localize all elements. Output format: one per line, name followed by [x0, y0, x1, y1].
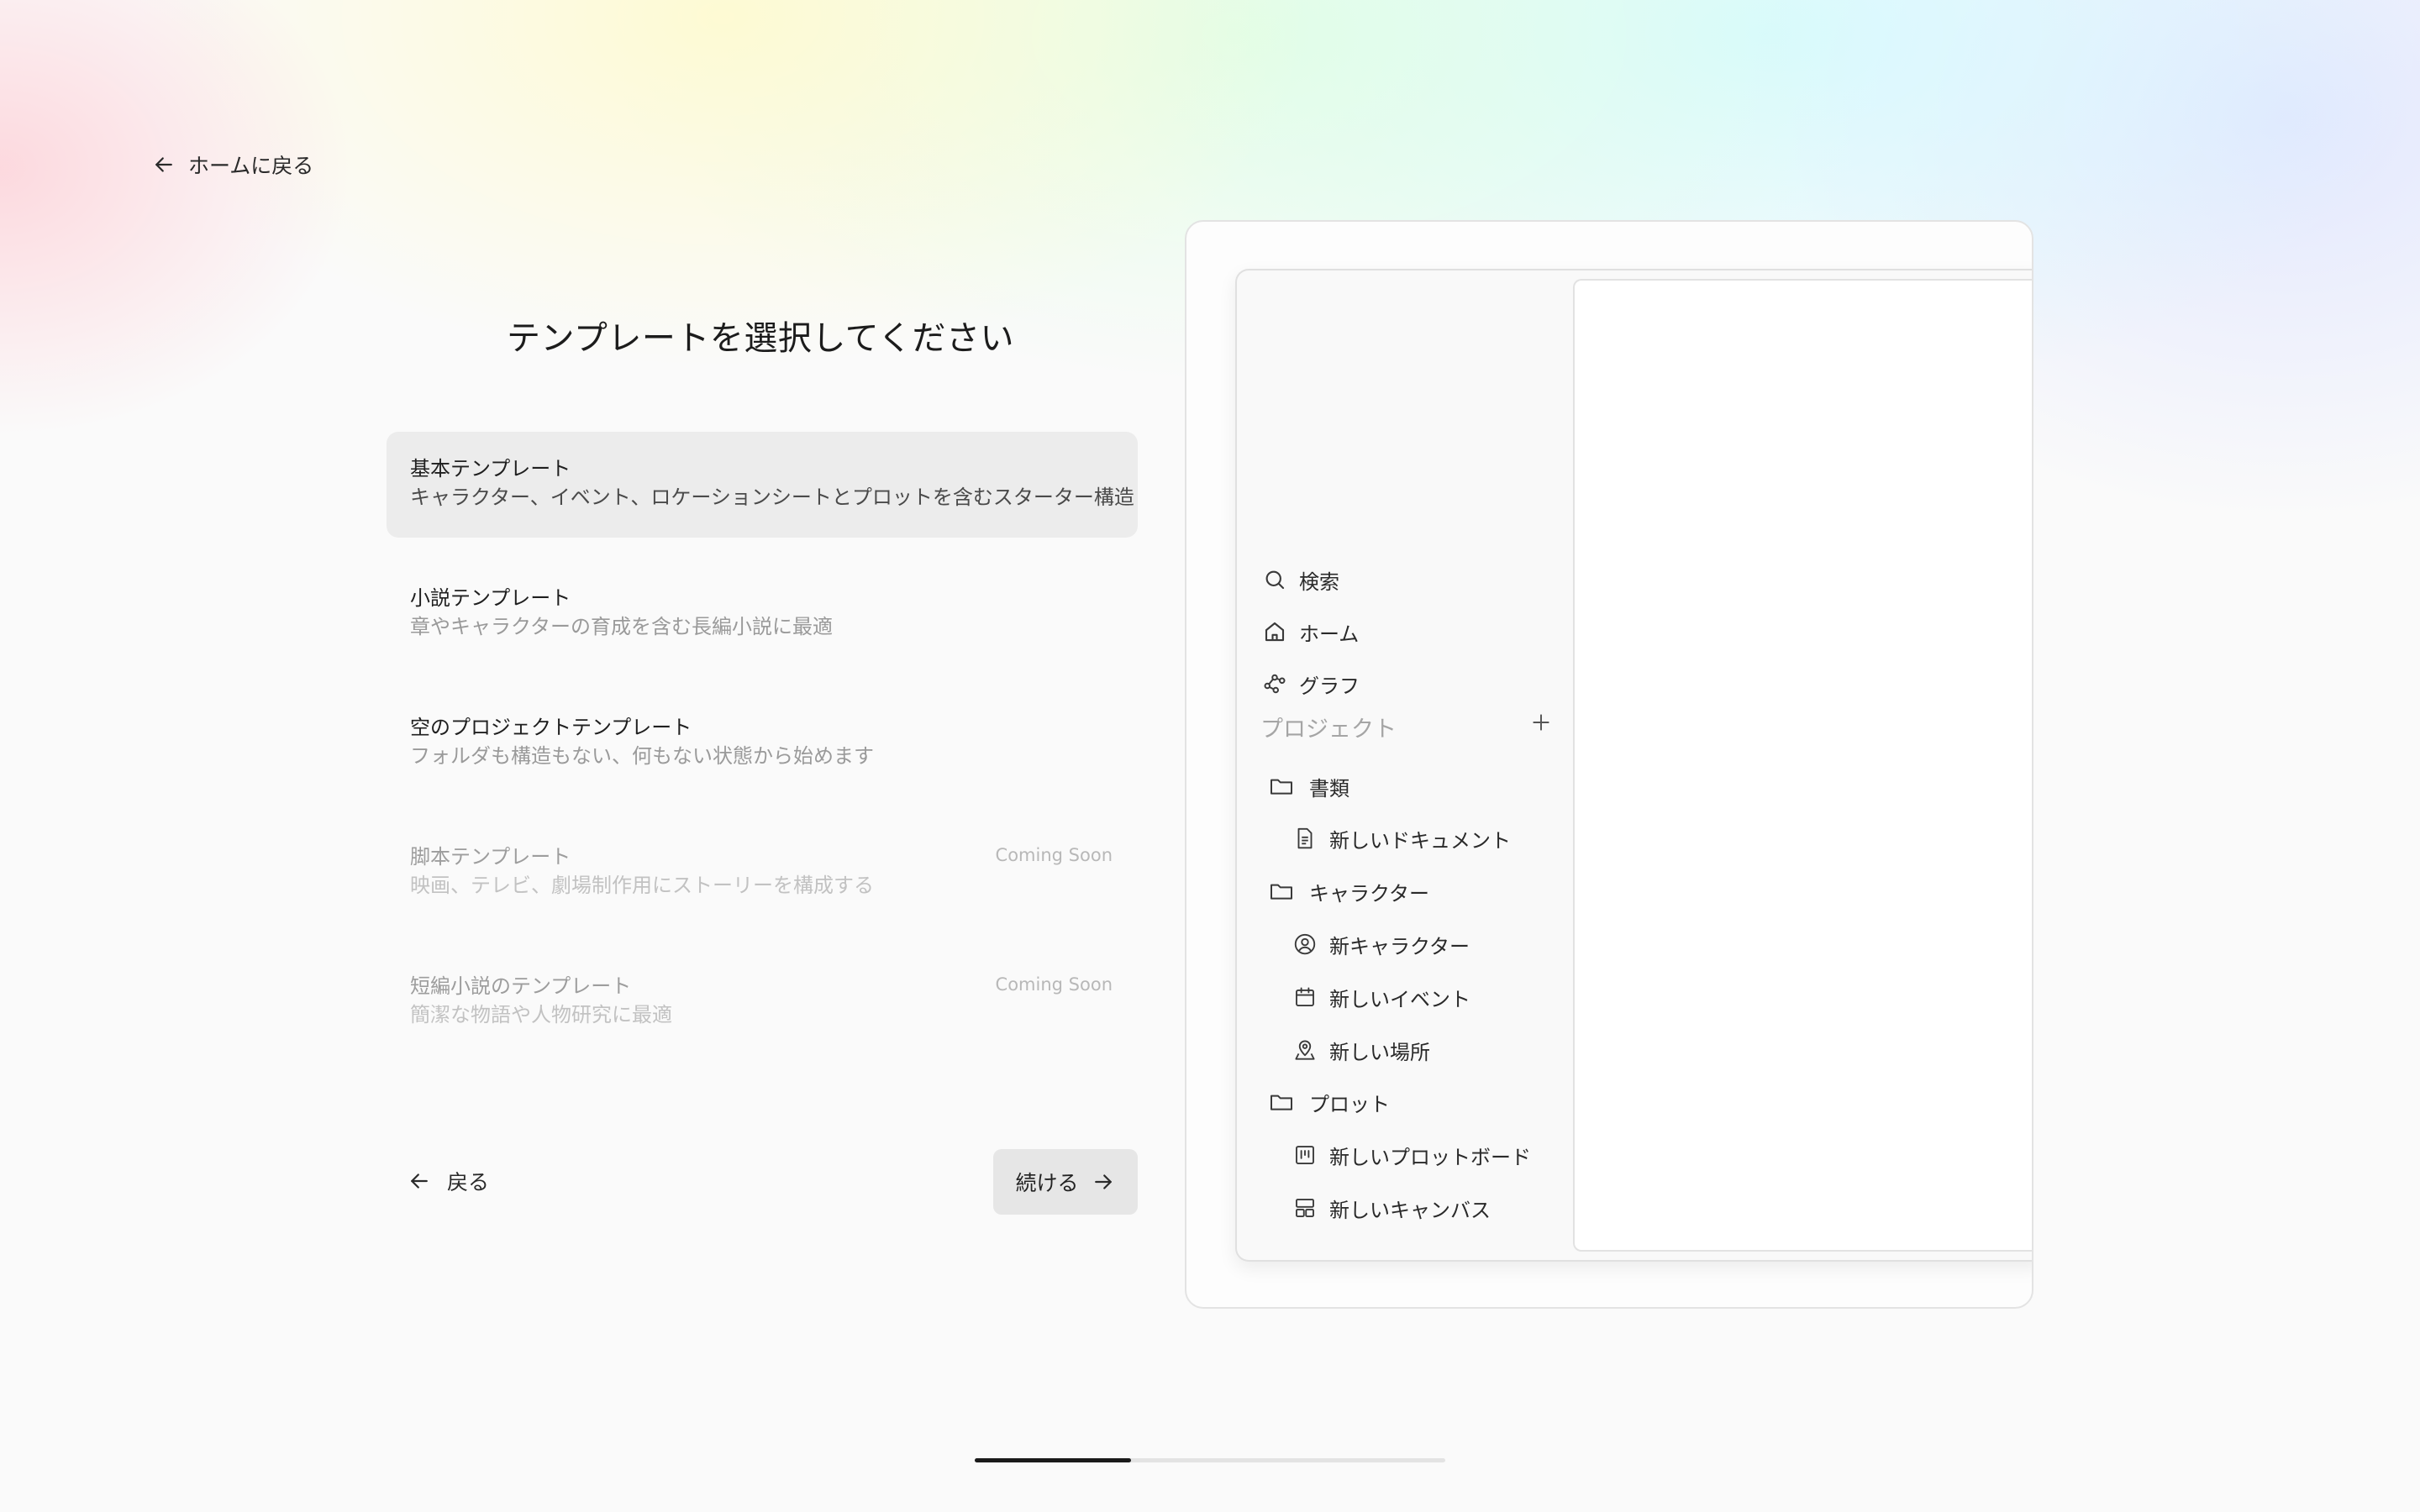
preview-item-new-location: 新しい場所 [1291, 1033, 1430, 1067]
back-button-label: 戻る [447, 1170, 490, 1194]
continue-button[interactable]: 続ける [993, 1149, 1138, 1215]
preview-nav-label: 検索 [1299, 570, 1339, 594]
location-icon [1291, 1036, 1319, 1064]
template-option-short-story: 短編小説のテンプレート 簡潔な物語や人物研究に最適 Coming Soon [387, 949, 1138, 1055]
search-icon [1260, 565, 1289, 594]
step-progress-fill [975, 1458, 1132, 1462]
coming-soon-badge: Coming Soon [995, 974, 1113, 995]
folder-icon [1267, 1088, 1296, 1116]
graph-icon [1260, 669, 1289, 698]
template-option-novel[interactable]: 小説テンプレート 章やキャラクターの育成を含む長編小説に最適 [387, 561, 1138, 667]
canvas-icon [1291, 1194, 1319, 1222]
template-description: フォルダも構造もない、何もない状態から始めます [410, 744, 874, 768]
preview-folder-documents: 書類 [1267, 769, 1349, 803]
calendar-icon [1291, 983, 1319, 1011]
template-description: 章やキャラクターの育成を含む長編小説に最適 [410, 615, 834, 638]
preview-section-label: プロジェクト [1260, 717, 1397, 743]
preview-folder-label: キャラクター [1309, 881, 1430, 906]
preview-folder-label: プロット [1309, 1092, 1390, 1116]
coming-soon-badge: Coming Soon [995, 845, 1113, 865]
back-to-home-link[interactable]: ホームに戻る [151, 148, 313, 181]
preview-nav-label: ホーム [1299, 622, 1360, 646]
preview-folder-characters: キャラクター [1267, 874, 1429, 908]
preview-app-window: 検索 ホーム グラフ プロジェクト 書類 新しいドキュメント キャラクター 新キ… [1235, 269, 2032, 1262]
step-progress-bar [975, 1458, 1445, 1462]
template-description: 映画、テレビ、劇場制作用にストーリーを構成する [410, 874, 874, 897]
preview-item-label: 新キャラクター [1329, 934, 1470, 958]
plotboard-icon [1291, 1141, 1319, 1169]
preview-folder-label: 書類 [1309, 776, 1349, 801]
preview-item-label: 新しいプロットボード [1329, 1145, 1531, 1169]
preview-folder-plot: プロット [1267, 1085, 1390, 1119]
template-option-screenplay: 脚本テンプレート 映画、テレビ、劇場制作用にストーリーを構成する Coming … [387, 820, 1138, 926]
arrow-left-icon [407, 1168, 432, 1194]
document-icon [1291, 824, 1319, 853]
folder-icon [1267, 877, 1296, 906]
template-name: 空のプロジェクトテンプレート [410, 716, 692, 739]
template-name: 小説テンプレート [410, 586, 571, 610]
preview-item-label: 新しいイベント [1329, 987, 1470, 1011]
preview-content-area [1573, 279, 2032, 1252]
arrow-left-icon [151, 152, 176, 177]
preview-item-new-character: 新キャラクター [1291, 927, 1470, 961]
plus-icon [1526, 707, 1556, 738]
back-button[interactable]: 戻る [407, 1164, 489, 1198]
folder-icon [1267, 772, 1296, 801]
arrow-right-icon [1091, 1169, 1116, 1194]
preview-item-new-canvas: 新しいキャンバス [1291, 1191, 1491, 1225]
template-option-empty-project[interactable]: 空のプロジェクトテンプレート フォルダも構造もない、何もない状態から始めます [387, 690, 1138, 796]
preview-nav-search: 検索 [1260, 563, 1339, 596]
preview-nav-graph: グラフ [1260, 667, 1360, 701]
preview-item-new-document: 新しいドキュメント [1291, 822, 1511, 855]
home-icon [1260, 617, 1289, 646]
template-list: 基本テンプレート キャラクター、イベント、ロケーションシートとプロットを含むスタ… [387, 432, 1138, 1079]
preview-sidebar: 検索 ホーム グラフ プロジェクト 書類 新しいドキュメント キャラクター 新キ… [1237, 270, 1573, 1260]
template-description: キャラクター、イベント、ロケーションシートとプロットを含むスターター構造 [410, 486, 1134, 509]
preview-nav-home: ホーム [1260, 615, 1359, 648]
template-name: 基本テンプレート [410, 457, 571, 480]
continue-button-label: 続ける [1015, 1171, 1079, 1195]
back-to-home-label: ホームに戻る [188, 154, 314, 178]
template-option-basic[interactable]: 基本テンプレート キャラクター、イベント、ロケーションシートとプロットを含むスタ… [387, 432, 1138, 538]
preview-item-new-plotboard: 新しいプロットボード [1291, 1138, 1531, 1172]
preview-item-label: 新しい場所 [1329, 1040, 1430, 1064]
preview-item-label: 新しいキャンバス [1329, 1198, 1491, 1222]
template-preview-panel: 検索 ホーム グラフ プロジェクト 書類 新しいドキュメント キャラクター 新キ… [1185, 220, 2033, 1309]
preview-item-label: 新しいドキュメント [1329, 828, 1511, 853]
page-title: テンプレートを選択してください [507, 319, 1014, 358]
character-icon [1291, 930, 1319, 958]
template-description: 簡潔な物語や人物研究に最適 [410, 1003, 672, 1026]
preview-item-new-event: 新しいイベント [1291, 980, 1470, 1014]
preview-nav-label: グラフ [1299, 674, 1360, 698]
